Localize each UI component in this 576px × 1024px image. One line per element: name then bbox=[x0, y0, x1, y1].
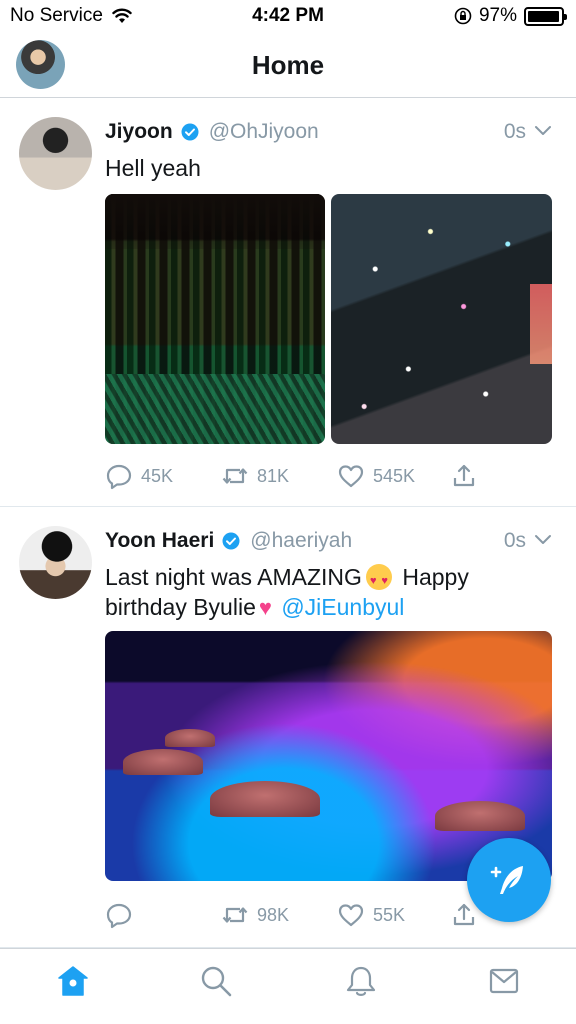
image-umbrella bbox=[435, 801, 525, 831]
chevron-down-icon[interactable] bbox=[534, 531, 552, 549]
like-count: 545K bbox=[373, 465, 416, 486]
mention-link[interactable]: @JiEunbyul bbox=[281, 594, 404, 620]
heart-eyes-emoji-icon bbox=[365, 564, 392, 596]
reply-icon bbox=[106, 464, 132, 490]
reply-button[interactable]: 45K bbox=[105, 462, 173, 490]
page-title: Home bbox=[251, 50, 325, 80]
image-umbrella bbox=[165, 729, 215, 747]
battery-icon bbox=[524, 6, 567, 26]
orientation-lock-icon bbox=[454, 7, 472, 25]
search-icon bbox=[201, 966, 232, 997]
tab-messages[interactable] bbox=[484, 961, 524, 1001]
tweet-actions: 45K 81K 545K bbox=[105, 461, 556, 491]
author-avatar[interactable] bbox=[19, 526, 92, 599]
retweet-button[interactable]: 81K bbox=[221, 462, 289, 490]
reply-icon bbox=[106, 903, 132, 929]
author-name[interactable]: Jiyoon bbox=[105, 120, 173, 144]
notifications-icon bbox=[346, 966, 376, 996]
compose-tweet-button[interactable] bbox=[467, 838, 551, 922]
image-umbrella bbox=[210, 781, 320, 817]
compose-tweet-icon bbox=[490, 866, 523, 894]
author-avatar[interactable] bbox=[19, 117, 92, 190]
retweet-count: 98K bbox=[257, 904, 290, 925]
retweet-icon bbox=[222, 907, 248, 923]
tweet-image-bottles[interactable] bbox=[105, 194, 325, 444]
retweet-count: 81K bbox=[257, 465, 290, 486]
verified-badge-icon bbox=[181, 123, 199, 141]
like-button[interactable]: 545K bbox=[337, 462, 415, 490]
retweet-icon bbox=[222, 468, 248, 484]
retweet-button[interactable]: 98K bbox=[221, 901, 289, 929]
battery-level-fill bbox=[528, 10, 560, 22]
tweet-body-part1: Last night was AMAZING bbox=[105, 564, 362, 590]
author-handle[interactable]: @haeriyah bbox=[250, 529, 352, 553]
image-overlay bbox=[105, 194, 325, 249]
tweet-header: Jiyoon @OhJiyoon 0s bbox=[105, 119, 552, 145]
share-icon bbox=[453, 464, 475, 487]
tab-bar bbox=[0, 948, 576, 1024]
tweet-header: Yoon Haeri @haeriyah 0s bbox=[105, 528, 552, 554]
tweet-timestamp: 0s bbox=[503, 529, 526, 552]
tab-notifications[interactable] bbox=[341, 961, 381, 1001]
tweet[interactable]: Jiyoon @OhJiyoon 0s Hell yeah 45K 81K 54… bbox=[0, 99, 576, 507]
share-button[interactable] bbox=[450, 462, 478, 490]
author-name[interactable]: Yoon Haeri bbox=[105, 529, 214, 553]
like-count: 55K bbox=[373, 904, 406, 925]
tweet-text: Hell yeah bbox=[105, 153, 556, 183]
reply-button[interactable] bbox=[105, 901, 133, 929]
like-button[interactable]: 55K bbox=[337, 901, 405, 929]
two-hearts-emoji-icon: ♥ bbox=[258, 595, 272, 620]
author-handle[interactable]: @OhJiyoon bbox=[209, 120, 319, 144]
reply-count: 45K bbox=[141, 465, 174, 486]
share-button[interactable] bbox=[450, 901, 478, 929]
battery-percent: 97% bbox=[478, 5, 517, 26]
tweet-timestamp: 0s bbox=[503, 120, 526, 143]
like-icon bbox=[338, 465, 364, 488]
status-right: 97% bbox=[454, 5, 567, 27]
tweet-image-confetti[interactable] bbox=[331, 194, 552, 444]
image-table-surface bbox=[105, 374, 325, 444]
tweet-body: Hell yeah bbox=[105, 155, 201, 181]
share-icon bbox=[453, 903, 475, 926]
tab-home[interactable] bbox=[53, 961, 93, 1001]
chevron-down-icon[interactable] bbox=[534, 122, 552, 140]
tweet-image-cruise-party[interactable] bbox=[105, 631, 552, 881]
tab-search[interactable] bbox=[196, 961, 236, 1001]
image-umbrella bbox=[123, 749, 203, 775]
messages-icon bbox=[489, 968, 519, 994]
tweet-text: Last night was AMAZING Happy birthday By… bbox=[105, 562, 556, 623]
image-light-stripe bbox=[530, 284, 552, 364]
like-icon bbox=[338, 904, 364, 927]
status-bar: No Service 4:42 PM 97% bbox=[0, 0, 576, 34]
home-icon bbox=[58, 966, 88, 996]
verified-badge-icon bbox=[222, 532, 240, 550]
nav-header: Home bbox=[0, 34, 576, 98]
